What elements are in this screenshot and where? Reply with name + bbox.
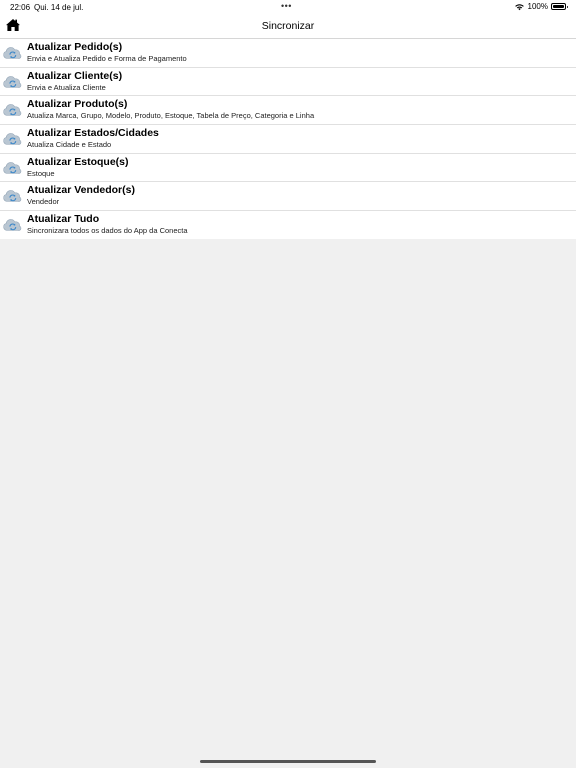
multitask-dots[interactable]: •••: [281, 1, 292, 11]
status-date: Qui. 14 de jul.: [34, 3, 84, 12]
sync-item-title: Atualizar Produto(s): [27, 98, 128, 111]
sync-item-row[interactable]: Atualizar Cliente(s) Envia e Atualiza Cl…: [0, 68, 576, 97]
sync-item-subtitle: Envia e Atualiza Cliente: [27, 82, 106, 92]
sync-item-subtitle: Atualiza Cidade e Estado: [27, 140, 112, 150]
status-time: 22:06: [10, 3, 31, 12]
wifi-icon: [514, 3, 524, 10]
sync-item-subtitle: Estoque: [27, 168, 55, 178]
sync-item-title: Atualizar Estados/Cidades: [27, 127, 159, 140]
status-bar: 22:06 Qui. 14 de jul. ••• 100%: [0, 0, 576, 14]
sync-item-subtitle: Vendedor: [27, 197, 60, 207]
cloud-sync-icon: [3, 161, 22, 174]
status-right: 100%: [514, 2, 568, 11]
battery-percent: 100%: [527, 2, 548, 11]
sync-item-subtitle: Envia e Atualiza Pedido e Forma de Pagam…: [27, 54, 187, 63]
sync-item-title: Atualizar Cliente(s): [27, 69, 123, 82]
page-title: Sincronizar: [261, 20, 315, 32]
sync-item-title: Atualizar Vendedor(s): [27, 184, 135, 197]
sync-list: Atualizar Pedido(s) Envia e Atualiza Ped…: [0, 39, 576, 239]
sync-item-row[interactable]: Atualizar Estoque(s) Estoque: [0, 154, 576, 183]
sync-item-title: Atualizar Pedido(s): [27, 41, 123, 53]
cloud-sync-icon: [3, 190, 22, 203]
cloud-sync-icon: [3, 133, 22, 145]
cloud-sync-icon: [3, 219, 22, 231]
sync-item-row[interactable]: Atualizar Produto(s) Atualiza Marca, Gru…: [0, 96, 576, 126]
sync-item-row[interactable]: Atualizar Tudo Sincronizara todos os dad…: [0, 211, 576, 239]
cloud-sync-icon: [3, 47, 22, 59]
sync-item-subtitle: Sincronizara todos os dados do App da Co…: [27, 226, 188, 236]
cloud-sync-icon: [3, 75, 22, 88]
battery-icon: [551, 3, 568, 10]
sync-item-title: Atualizar Tudo: [27, 213, 100, 226]
home-indicator[interactable]: [200, 760, 376, 763]
navigation-bar: Sincronizar: [0, 14, 576, 39]
sync-item-row[interactable]: Atualizar Pedido(s) Envia e Atualiza Ped…: [0, 39, 576, 68]
cloud-sync-icon: [3, 104, 22, 117]
sync-item-subtitle: Atualiza Marca, Grupo, Modelo, Produto, …: [27, 111, 315, 121]
sync-item-title: Atualizar Estoque(s): [27, 155, 129, 168]
sync-item-row[interactable]: Atualizar Vendedor(s) Vendedor: [0, 182, 576, 212]
sync-item-row[interactable]: Atualizar Estados/Cidades Atualiza Cidad…: [0, 125, 576, 154]
